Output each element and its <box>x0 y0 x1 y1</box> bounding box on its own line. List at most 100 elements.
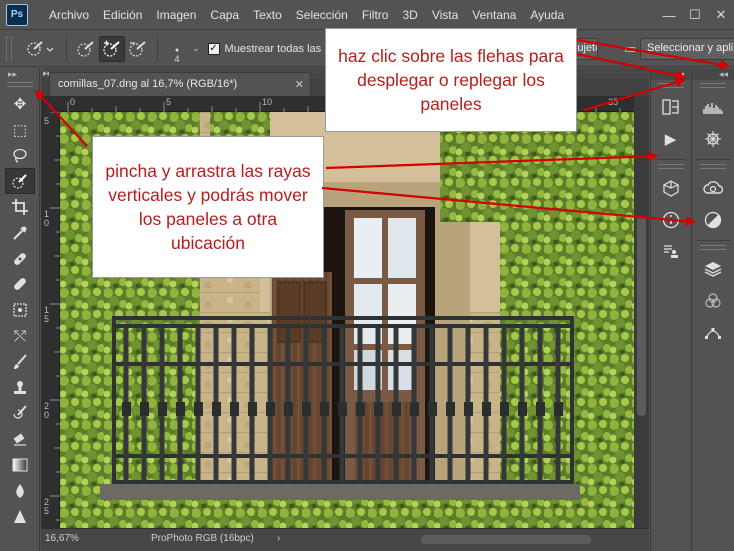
eyedropper-tool-icon[interactable] <box>0 220 40 246</box>
ruler-label: 0 <box>70 97 76 107</box>
paths-panel-icon[interactable] <box>692 317 734 349</box>
spot-healing-tool-icon[interactable] <box>0 246 40 272</box>
history-panel-icon[interactable] <box>651 91 690 123</box>
blur-tool-icon[interactable] <box>0 478 40 504</box>
close-tab-icon[interactable]: ✕ <box>295 78 304 91</box>
status-menu-arrow-icon[interactable]: › <box>277 533 280 544</box>
brush-dot-icon: ● <box>174 46 180 54</box>
new-selection-icon[interactable] <box>73 36 99 62</box>
menu-imagen[interactable]: Imagen <box>149 0 203 30</box>
quick-selection-tool-icon[interactable] <box>5 168 35 195</box>
menu-3d[interactable]: 3D <box>395 0 424 30</box>
document-tab[interactable]: comillas_07.dng al 16,7% (RGB/16*) ✕ <box>49 72 311 96</box>
dock1-grip[interactable] <box>657 83 684 88</box>
ruler-corner[interactable] <box>41 96 60 112</box>
layers-panel-icon[interactable] <box>692 253 734 285</box>
zoom-level-field[interactable]: 16,67% <box>45 533 79 544</box>
close-button[interactable]: ✕ <box>708 4 734 26</box>
refine-edge-icon: ▭ <box>624 41 637 56</box>
document-info: ProPhoto RGB (16bpc) <box>151 533 254 544</box>
histogram-panel-icon[interactable] <box>692 91 734 123</box>
dock2-collapse-arrows[interactable]: ◂◂ <box>692 68 734 80</box>
sample-all-layers-label: Muestrear todas las <box>224 42 322 55</box>
dock2-grip[interactable] <box>700 83 726 88</box>
sample-all-layers-checkbox[interactable]: ✓ <box>207 42 220 55</box>
channels-panel-icon[interactable] <box>692 285 734 317</box>
chevron-down-icon[interactable]: ⌄ <box>192 43 200 54</box>
maximize-button[interactable]: ☐ <box>682 4 708 26</box>
quick-selection-icon <box>27 40 54 56</box>
crop-tool-icon[interactable] <box>0 194 40 220</box>
tools-panel: ▸▸ ✥ ⬚ ⤲ <box>0 68 40 551</box>
menu-edicion[interactable]: Edición <box>96 0 149 30</box>
subtract-from-selection-icon[interactable] <box>125 36 151 62</box>
ruler-label: 2 5 <box>44 497 50 516</box>
panel-dock-column-1: ◂◂ ▶ <box>650 68 690 551</box>
separator <box>696 159 730 160</box>
marquee-tool-icon[interactable]: ⬚ <box>0 117 40 143</box>
move-tool-icon[interactable]: ✥ <box>0 91 40 117</box>
separator <box>157 35 158 62</box>
clone-source-panel-icon[interactable] <box>651 236 690 268</box>
adjustments-panel-icon[interactable] <box>692 204 734 236</box>
photoshop-logo: Ps <box>6 3 28 26</box>
stamp-tool-icon[interactable] <box>0 297 40 323</box>
tools-panel-grip[interactable] <box>6 82 33 87</box>
ruler-label: 2 0 <box>44 401 50 420</box>
brush-size-picker[interactable]: ● 4 <box>164 34 190 64</box>
dodge-tool-icon[interactable] <box>0 504 40 530</box>
menu-filtro[interactable]: Filtro <box>355 0 396 30</box>
ruler-label: 5 <box>166 97 172 107</box>
ruler-label: 5 <box>44 116 50 126</box>
horizontal-scrollbar-thumb[interactable] <box>421 535 591 544</box>
libraries-panel-icon[interactable] <box>692 172 734 204</box>
ruler-label: 1 0 <box>44 209 50 228</box>
annotation-drag-grips: pincha y arrastra las rayas verticales y… <box>92 136 324 278</box>
tools-collapse-arrows[interactable]: ▸▸ <box>0 68 40 80</box>
menu-capa[interactable]: Capa <box>203 0 246 30</box>
3d-panel-icon[interactable] <box>651 172 690 204</box>
vertical-scrollbar[interactable] <box>634 96 649 528</box>
separator <box>655 159 686 160</box>
ruler-label: 10 <box>262 97 273 107</box>
tool-preset-picker[interactable] <box>20 36 60 62</box>
dock2-group3-grip[interactable] <box>700 245 726 250</box>
menu-ventana[interactable]: Ventana <box>465 0 523 30</box>
annotation-collapse-arrows: haz clic sobre las flehas para desplegar… <box>325 28 577 132</box>
menu-texto[interactable]: Texto <box>246 0 289 30</box>
actions-panel-icon[interactable]: ▶ <box>651 123 690 155</box>
paint-brush-tool-icon[interactable] <box>0 349 40 375</box>
select-and-mask-button[interactable]: Seleccionar y apli <box>640 38 734 60</box>
separator <box>66 35 67 62</box>
document-tab-label: comillas_07.dng al 16,7% (RGB/16*) <box>58 78 238 90</box>
dock1-group2-grip[interactable] <box>657 164 684 169</box>
clone-stamp-tool-icon[interactable] <box>0 375 40 401</box>
vertical-scrollbar-thumb[interactable] <box>637 216 646 416</box>
brush-size-value: 4 <box>174 53 180 64</box>
menu-seleccion[interactable]: Selección <box>289 0 355 30</box>
art-history-brush-icon[interactable] <box>0 401 40 427</box>
eraser-tool-icon[interactable] <box>0 426 40 452</box>
brush-tool-icon[interactable] <box>0 272 40 298</box>
window-controls: — ☐ ✕ <box>656 0 734 30</box>
menu-bar: Ps Archivo Edición Imagen Capa Texto Sel… <box>0 0 734 30</box>
panel-dock-column-2: ◂◂ <box>691 68 734 551</box>
status-bar: 16,67% ProPhoto RGB (16bpc) › <box>41 528 649 551</box>
menu-archivo[interactable]: Archivo <box>42 0 96 30</box>
dock1-collapse-arrows[interactable]: ◂◂ <box>651 68 690 80</box>
menu-ayuda[interactable]: Ayuda <box>523 0 571 30</box>
dock2-group2-grip[interactable] <box>700 164 726 169</box>
menu-vista[interactable]: Vista <box>425 0 465 30</box>
lasso-tool-icon[interactable] <box>0 143 40 169</box>
minimize-button[interactable]: — <box>656 4 682 26</box>
navigator-panel-icon[interactable] <box>692 123 734 155</box>
add-to-selection-icon[interactable] <box>99 35 125 62</box>
history-brush-tool-icon[interactable]: ⤲ <box>0 323 40 349</box>
gradient-tool-icon[interactable] <box>0 452 40 478</box>
vertical-ruler[interactable]: 5 1 0 1 5 2 0 2 5 <box>41 112 60 528</box>
ruler-label: 35 <box>608 97 619 107</box>
ruler-label: 1 5 <box>44 305 50 324</box>
info-panel-icon[interactable] <box>651 204 690 236</box>
separator <box>696 240 730 241</box>
options-bar-grip[interactable] <box>6 36 12 61</box>
